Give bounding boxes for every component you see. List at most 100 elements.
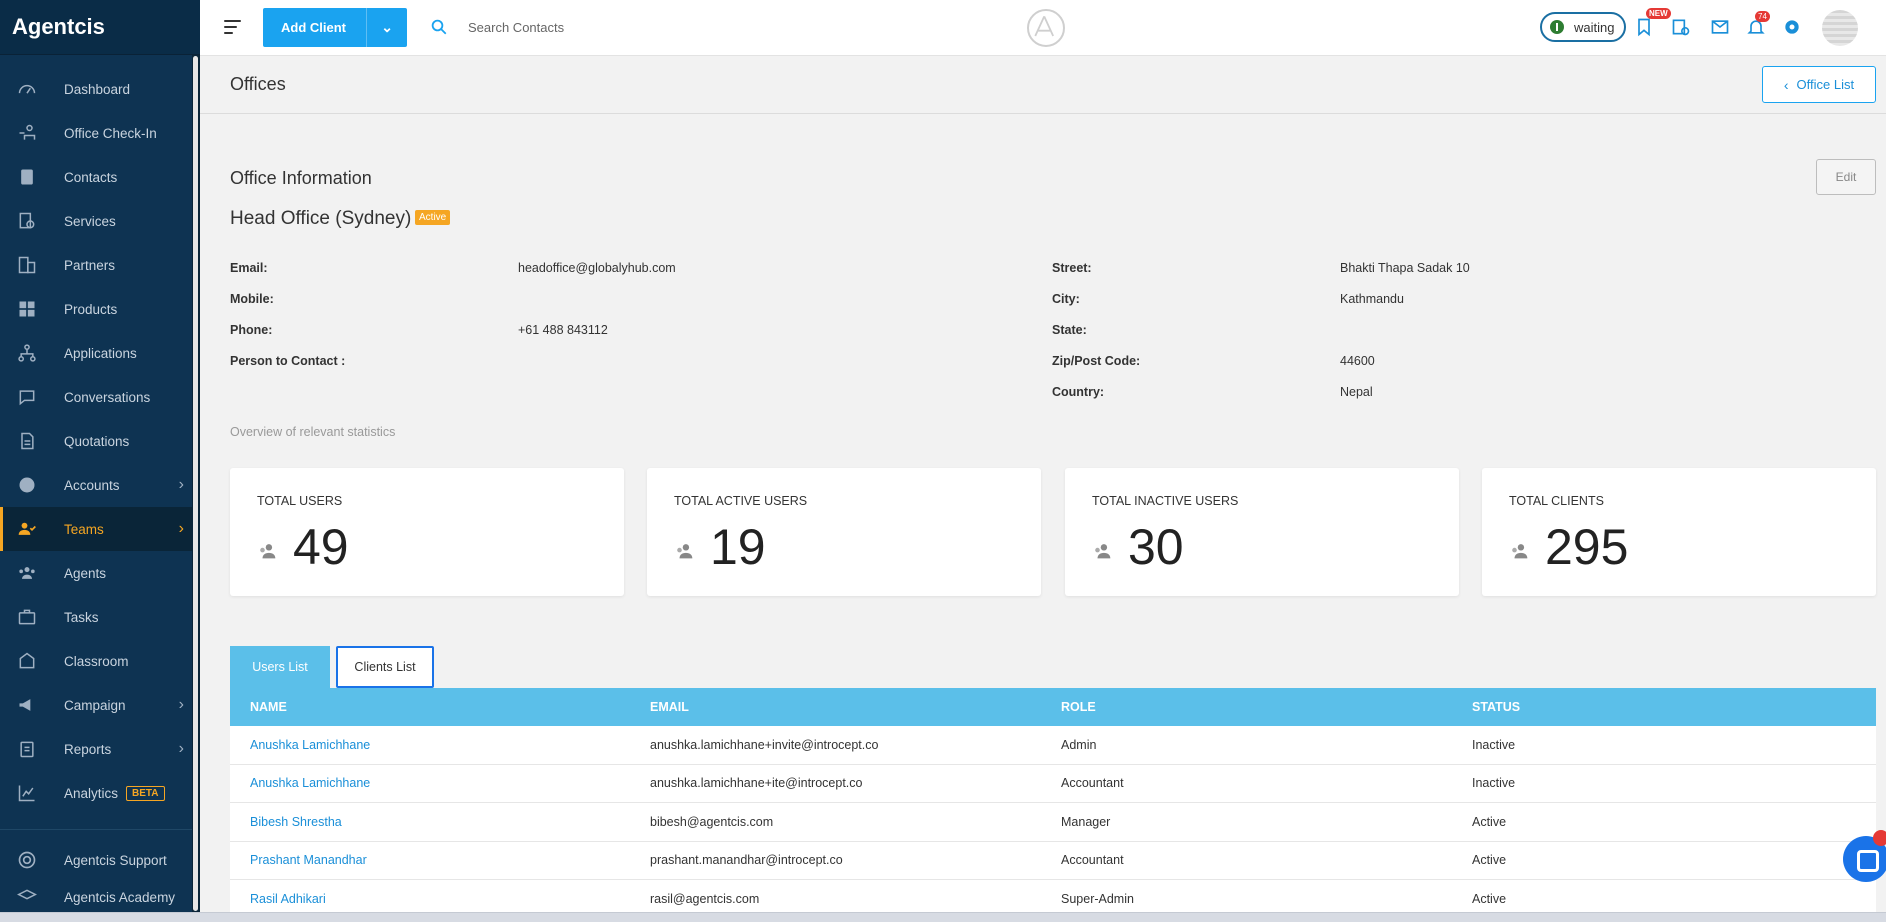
mail-icon[interactable] — [1710, 17, 1730, 37]
status-indicator-icon — [1550, 20, 1564, 34]
edit-button[interactable]: Edit — [1816, 159, 1876, 195]
sidebar-item-label: Teams — [64, 521, 104, 537]
street-label: Street: — [1052, 261, 1092, 275]
sidebar-item-accounts[interactable]: Accounts › — [0, 463, 200, 507]
teams-icon — [16, 518, 38, 540]
column-header-role[interactable]: ROLE — [1041, 700, 1452, 714]
sidebar-scrollbar-thumb[interactable] — [193, 56, 198, 911]
sidebar-item-agents[interactable]: Agents — [0, 551, 200, 595]
sidebar-item-label: Tasks — [64, 609, 99, 625]
sidebar-item-label: Products — [64, 301, 118, 317]
sidebar-item-products[interactable]: Products — [0, 287, 200, 331]
chevron-right-icon: › — [178, 520, 184, 537]
checklist-icon[interactable] — [1671, 17, 1691, 37]
bottom-taskbar — [0, 912, 1886, 922]
stat-card-total-users: TOTAL USERS 49 — [230, 468, 624, 596]
user-name-link[interactable]: Anushka Lamichhane — [230, 738, 630, 752]
user-name-link[interactable]: Prashant Manandhar — [230, 853, 630, 867]
sidebar-item-reports[interactable]: Reports › — [0, 727, 200, 771]
sidebar-item-classroom[interactable]: Classroom — [0, 639, 200, 683]
sidebar-item-label: Agentcis Support — [64, 852, 167, 868]
chevron-down-icon[interactable]: ⌄ — [381, 19, 393, 36]
user-role: Super-Admin — [1061, 891, 1134, 906]
email-value: headoffice@globalyhub.com — [518, 261, 676, 275]
sidebar-item-campaign[interactable]: Campaign › — [0, 683, 200, 727]
table-row: Bibesh Shrestha bibesh@agentcis.com Mana… — [230, 803, 1876, 842]
column-header-status[interactable]: STATUS — [1452, 700, 1876, 714]
tab-users-list[interactable]: Users List — [230, 646, 330, 688]
status-label: waiting — [1574, 19, 1615, 35]
sidebar-item-applications[interactable]: Applications — [0, 331, 200, 375]
stat-value: 19 — [710, 519, 766, 575]
sidebar-item-partners[interactable]: Partners — [0, 243, 200, 287]
sidebar-item-analytics[interactable]: Analytics BETA — [0, 771, 200, 815]
city-label: City: — [1052, 292, 1080, 306]
tasks-icon — [16, 606, 38, 628]
sidebar-item-dashboard[interactable]: Dashboard — [0, 67, 200, 111]
stat-value: 30 — [1128, 519, 1184, 575]
email-label: Email: — [230, 261, 268, 275]
status-toggle[interactable]: waiting — [1540, 12, 1626, 42]
user-avatar[interactable] — [1822, 10, 1858, 46]
user-email: anushka.lamichhane+ite@introcept.co — [650, 776, 863, 791]
sidebar-item-label: Services — [64, 213, 116, 229]
stat-label: TOTAL ACTIVE USERS — [674, 494, 808, 508]
button-separator — [366, 8, 367, 47]
sidebar-item-services[interactable]: Services — [0, 199, 200, 243]
user-status: Inactive — [1472, 737, 1516, 752]
settings-gear-icon[interactable] — [1782, 17, 1802, 37]
stat-card-total-active-users: TOTAL ACTIVE USERS 19 — [647, 468, 1041, 596]
table-row: Anushka Lamichhane anushka.lamichhane+it… — [230, 764, 1876, 803]
stat-label: TOTAL USERS — [257, 494, 343, 508]
state-label: State: — [1052, 323, 1087, 337]
sidebar-item-agentcis-support[interactable]: Agentcis Support — [0, 838, 200, 882]
search-icon[interactable] — [430, 18, 448, 36]
sidebar-item-label: Conversations — [64, 389, 151, 405]
table-row: Prashant Manandhar prashant.manandhar@in… — [230, 841, 1876, 880]
stat-card-total-inactive-users: TOTAL INACTIVE USERS 30 — [1065, 468, 1459, 596]
country-label: Country: — [1052, 385, 1105, 399]
stat-value: 49 — [293, 519, 349, 575]
sidebar-divider — [0, 829, 200, 830]
sidebar-item-label: Agents — [64, 565, 107, 581]
user-email: rasil@agentcis.com — [650, 891, 760, 906]
chevron-right-icon: › — [178, 476, 184, 493]
user-status: Active — [1472, 891, 1507, 906]
user-role: Admin — [1061, 737, 1097, 752]
column-header-name[interactable]: NAME — [230, 700, 630, 714]
brand-logo[interactable]: Agentcis — [0, 0, 200, 55]
sidebar-item-contacts[interactable]: Contacts — [0, 155, 200, 199]
sidebar-item-agentcis-academy[interactable]: Agentcis Academy — [0, 882, 200, 912]
office-list-button[interactable]: ‹ Office List — [1762, 66, 1876, 103]
user-name-link[interactable]: Bibesh Shrestha — [230, 815, 630, 829]
sidebar-item-quotations[interactable]: Quotations — [0, 419, 200, 463]
user-name-link[interactable]: Anushka Lamichhane — [230, 776, 630, 790]
sidebar-item-label: Reports — [64, 741, 112, 757]
office-checkin-icon — [16, 122, 38, 144]
mobile-label: Mobile: — [230, 292, 274, 306]
user-status: Active — [1472, 814, 1507, 829]
user-role: Accountant — [1061, 776, 1124, 791]
sidebar-item-teams[interactable]: Teams › — [0, 507, 200, 551]
sidebar-item-office-check-in[interactable]: Office Check-In — [0, 111, 200, 155]
classroom-icon — [16, 650, 38, 672]
user-name-link[interactable]: Rasil Adhikari — [230, 892, 630, 906]
reports-icon — [16, 738, 38, 760]
search-contacts-input[interactable] — [468, 16, 728, 38]
tab-clients-list[interactable]: Clients List — [336, 646, 434, 688]
add-client-button[interactable]: Add Client ⌄ — [263, 8, 407, 47]
column-header-email[interactable]: EMAIL — [630, 700, 1041, 714]
menu-toggle-icon[interactable] — [224, 20, 241, 34]
agents-icon — [16, 562, 38, 584]
user-role: Accountant — [1061, 853, 1124, 868]
city-value: Kathmandu — [1340, 292, 1404, 306]
sidebar-item-tasks[interactable]: Tasks — [0, 595, 200, 639]
sidebar-item-conversations[interactable]: Conversations — [0, 375, 200, 419]
bookmark-icon[interactable] — [1634, 17, 1654, 37]
services-icon — [16, 210, 38, 232]
users-icon — [674, 540, 696, 562]
notification-count-badge: 74 — [1755, 11, 1770, 22]
street-value: Bhakti Thapa Sadak 10 — [1340, 261, 1470, 275]
sidebar-item-label: Dashboard — [64, 81, 131, 97]
new-badge: NEW — [1646, 8, 1671, 19]
